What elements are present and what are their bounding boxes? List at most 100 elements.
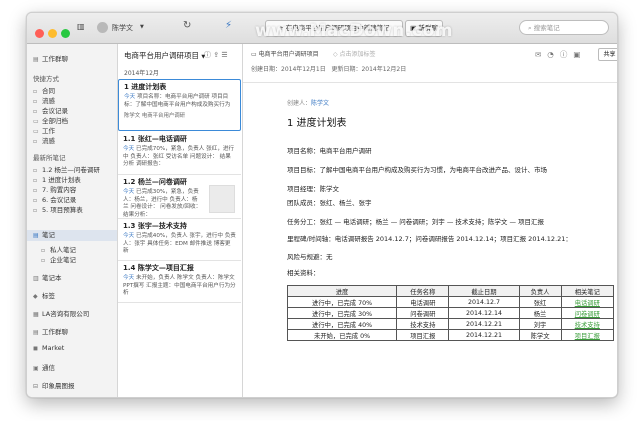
market-icon: ◼: [33, 345, 38, 352]
table-header: 进度: [286, 285, 398, 297]
sidebar-item-notes[interactable]: ▤ 笔记: [27, 230, 117, 241]
progress-table: 进度 任务名称 截止日期 负责人 相关笔记 进行中，已完成 70% 电话调研 2…: [286, 285, 615, 341]
table-cell: 进行中，已完成 30%: [286, 307, 398, 319]
sidebar-item-label: 6. 会议记录: [42, 196, 77, 204]
list-item[interactable]: 1.4 陈学文—项目汇报 今天 未开始，负责人 陈学文 负责人：陈学文 PPT撰…: [118, 261, 241, 303]
body-line[interactable]: 任务分工：张红 — 电话调研；杨兰 — 问卷调研；刘宇 — 技术支持；陈学文 —…: [287, 216, 544, 226]
share-icon[interactable]: ⇪: [213, 51, 219, 59]
sidebar-item-company-notes[interactable]: ▫ 企业笔记: [41, 254, 76, 264]
breadcrumb[interactable]: ▭ 电商平台用户调研项目: [251, 49, 319, 58]
sidebar-item-workbench[interactable]: ▤ 工作群聊: [33, 53, 68, 63]
sidebar-item-recent[interactable]: ▫ 6. 会议记录: [33, 194, 76, 204]
sidebar-item-shortcut[interactable]: ▫ 流感: [33, 95, 55, 105]
note-date: 今天: [124, 94, 136, 100]
sidebar-item-shortcut[interactable]: ▫ 合同: [33, 85, 55, 95]
note-icon: ▫: [33, 187, 38, 194]
sidebar-item-label: 私人笔记: [50, 246, 76, 254]
note-icon: ▫: [33, 138, 38, 145]
sidebar-item-label: LA咨询有限公司: [42, 310, 90, 318]
note-date: 今天: [123, 189, 135, 195]
search-input[interactable]: ⌕ 搜索笔记: [519, 20, 609, 35]
notes-icon: ▤: [33, 232, 39, 239]
body-line[interactable]: 项目名称：电商平台用户调研: [287, 145, 372, 155]
sidebar-item-la-company[interactable]: ▦ LA咨询有限公司: [33, 308, 89, 318]
body-line[interactable]: 相关资料：: [287, 267, 320, 277]
sidebar-item-shortcut[interactable]: ▭ 工作: [33, 125, 55, 135]
table-header: 截止日期: [448, 285, 520, 297]
list-item[interactable]: 1.2 杨兰—问卷调研 今天 已完成30%，紧急，负责人：杨兰，进行中 负责人：…: [118, 175, 241, 219]
note-link[interactable]: 问卷调研: [560, 307, 615, 319]
note-title: 1.3 张宇—技术支持: [123, 222, 187, 230]
list-item[interactable]: 1.1 张红—电话调研 今天 已完成70%，紧急，负责人 张红，进行中 负责人：…: [118, 132, 241, 175]
tag-input[interactable]: ◇ 点击添加标签: [333, 49, 376, 58]
body-line[interactable]: 团队成员：张红、杨兰、张宇: [287, 197, 372, 207]
sidebar-item-shortcut[interactable]: ▭ 全部归档: [33, 115, 68, 125]
table-cell: 2014.12.21: [448, 318, 520, 330]
table-cell: 刘宇: [518, 318, 562, 330]
sidebar-item-recent[interactable]: ▫ 5. 项目预算表: [33, 204, 83, 214]
notebook-icon: ▥: [33, 275, 39, 282]
body-line[interactable]: 里程碑/时间轴：电话调研报告 2014.12.7；问卷调研报告 2014.12.…: [287, 233, 572, 243]
note-snippet: 今天 已完成30%，紧急，负责人：杨兰，进行中 负责人：杨兰 问卷设计： 问卷发…: [123, 189, 203, 219]
present-icon[interactable]: ▣: [573, 50, 586, 59]
note-body: 未开始，负责人 陈学文 负责人：陈学文 PPT撰写 汇报主题：中国电商平台用户行…: [123, 275, 236, 297]
sidebar-item-label: 流感: [42, 97, 55, 105]
table-cell: 未开始，已完成 0%: [286, 329, 398, 341]
sidebar-item-market[interactable]: ◼ Market: [33, 344, 64, 352]
sidebar-item-wechat-clips[interactable]: ⊟ 印象晨图报: [33, 380, 75, 390]
note-link[interactable]: 技术支持: [560, 318, 615, 330]
info-icon[interactable]: ⓘ: [560, 50, 574, 59]
sort-icon[interactable]: ☰: [221, 51, 227, 59]
note-link[interactable]: 项目汇报: [560, 329, 615, 341]
sidebar-item-shortcut[interactable]: ▫ 会议记录: [33, 105, 68, 115]
note-snippet: 今天 已完成70%，紧急，负责人 张红，进行中 负责人：张红 受访名单 问题设计…: [123, 146, 236, 169]
notebook-icon: ▭: [33, 128, 39, 135]
note-snippet: 今天 已完成40%，负责人 张宇，进行中 负责人：张宇 具体任务：EDM 邮件推…: [123, 233, 236, 256]
sidebar-item-notebooks[interactable]: ▥ 笔记本: [33, 272, 62, 282]
editor-toolbar: ✉◔ⓘ▣: [535, 49, 586, 60]
watermark: www.MacDown.com: [255, 21, 453, 41]
list-item[interactable]: 1 进度计划表 今天 项目名称：电商平台用户调研 项目目标：了解中国电商平台用户…: [118, 79, 241, 131]
table-header: 相关笔记: [560, 285, 615, 297]
user-name[interactable]: 陈学文: [112, 23, 133, 33]
activity-icon[interactable]: ⚡: [225, 20, 232, 31]
body-line[interactable]: 项目经理：陈学文: [287, 183, 339, 193]
sidebar-item-shortcut[interactable]: ▫ 流感: [33, 135, 55, 145]
window-controls: [35, 23, 74, 42]
note-list-tools: ⓘ ⇪ ☰: [204, 50, 228, 60]
notebook-title-label: 电商平台用户调研项目: [124, 51, 199, 60]
info-icon[interactable]: ⓘ: [204, 51, 211, 59]
sidebar-item-recent[interactable]: ▫ 7. 购置内容: [33, 184, 76, 194]
minimize-window-button[interactable]: [48, 29, 57, 38]
note-link[interactable]: 电话调研: [560, 296, 615, 308]
list-item[interactable]: 1.3 张宇—技术支持 今天 已完成40%，负责人 张宇，进行中 负责人：张宇 …: [118, 219, 241, 261]
notebook-title[interactable]: 电商平台用户调研项目 ▼: [124, 50, 205, 61]
sidebar-item-recent[interactable]: ▫ 1 进度计划表: [33, 174, 81, 184]
sidebar-toggle-icon[interactable]: ▥: [77, 22, 85, 31]
creator-name[interactable]: 陈学文: [311, 100, 329, 107]
note-list: 电商平台用户调研项目 ▼ ⓘ ⇪ ☰ 2014年12月 1 进度计划表 今天 项…: [118, 44, 243, 397]
sidebar-item-tags[interactable]: ◆ 标签: [33, 290, 55, 300]
page-title[interactable]: 1 进度计划表: [287, 114, 347, 129]
sidebar-item-label: 合同: [42, 87, 55, 95]
chat-icon[interactable]: ✉: [535, 50, 547, 59]
share-button[interactable]: 共享 ▼: [598, 48, 617, 61]
zoom-window-button[interactable]: [61, 29, 70, 38]
body-line[interactable]: 风险与规避：无: [287, 251, 333, 261]
sidebar-item-directory[interactable]: ▣ 通信: [33, 362, 55, 372]
note-icon: ▫: [33, 177, 38, 184]
recent-header: 最新所笔记: [33, 154, 66, 162]
sync-icon[interactable]: ↻: [183, 20, 191, 31]
bell-icon[interactable]: ◔: [547, 50, 560, 59]
avatar[interactable]: [97, 22, 108, 33]
chat-icon: ▤: [33, 329, 39, 336]
close-window-button[interactable]: [35, 29, 44, 38]
sidebar-item-private-notes[interactable]: ▫ 私人笔记: [41, 244, 76, 254]
sidebar-item-label: 笔记本: [42, 274, 62, 282]
sidebar-item-workchat[interactable]: ▤ 工作群聊: [33, 326, 68, 336]
body-line[interactable]: 项目目标：了解中国电商平台用户构成及购买行为习惯，为电商平台改进产品、设计、市场: [287, 164, 547, 174]
chevron-down-icon[interactable]: ▼: [140, 24, 144, 30]
title-bar: ▥ 陈学文 ▼ ↻ ⚡ + 在电商平台用户调研项目中新建笔记 ▣ 新群聊 ⌕ 搜…: [27, 13, 617, 44]
app-window: ▥ 陈学文 ▼ ↻ ⚡ + 在电商平台用户调研项目中新建笔记 ▣ 新群聊 ⌕ 搜…: [26, 12, 618, 398]
sidebar-item-recent[interactable]: ▫ 1.2 杨兰—问卷调研: [33, 164, 100, 174]
